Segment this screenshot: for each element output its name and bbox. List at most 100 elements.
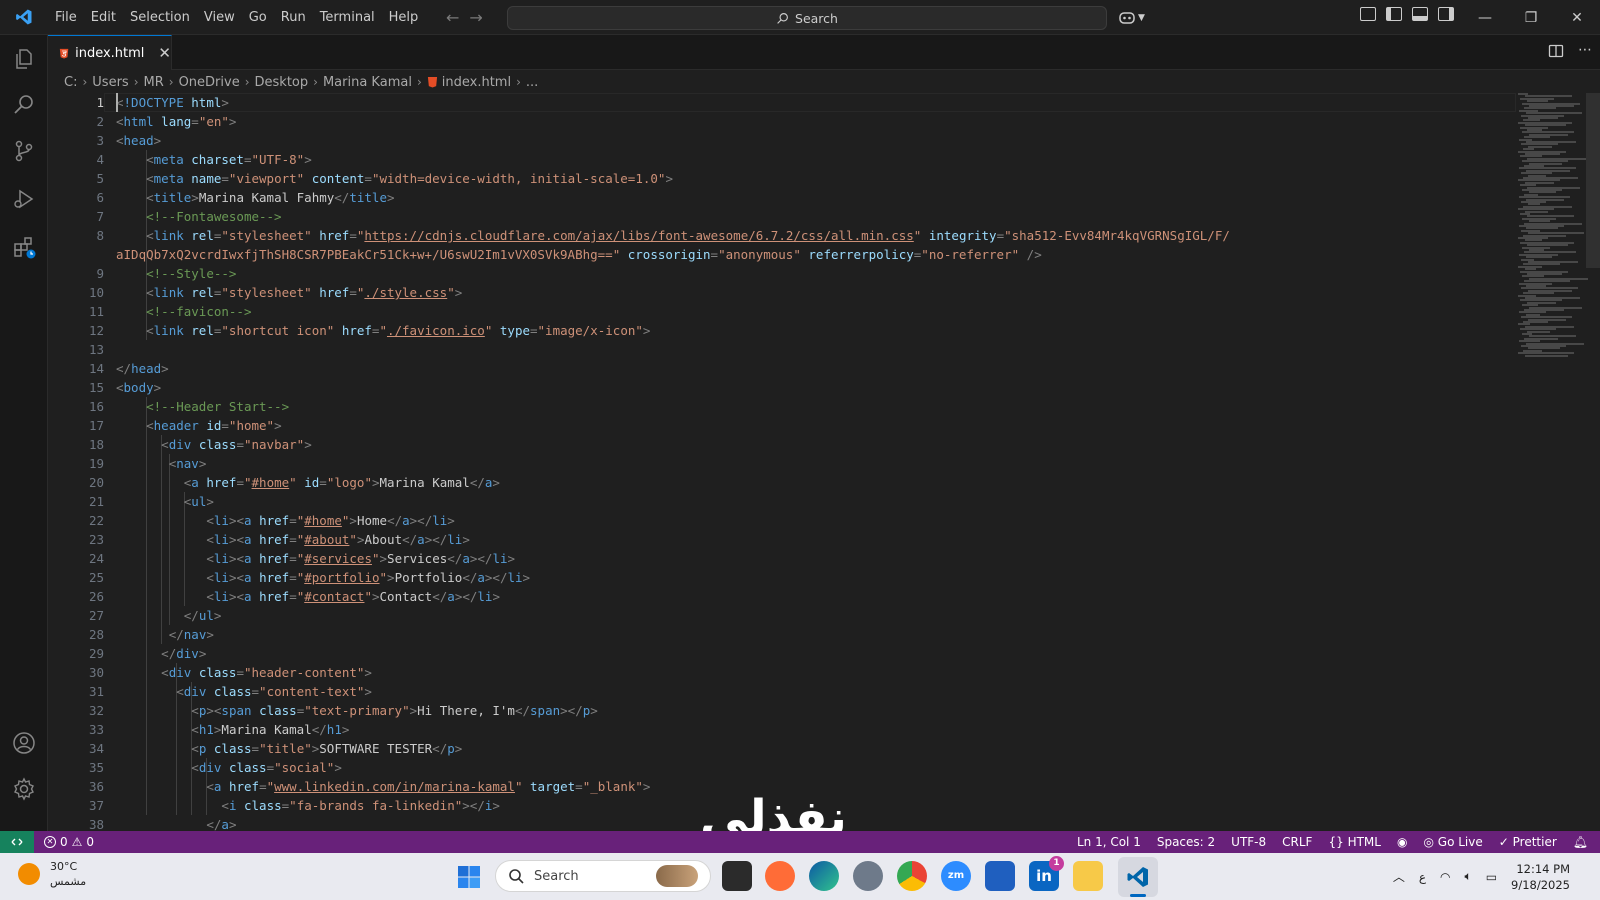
breadcrumb-item[interactable]: OneDrive — [179, 75, 240, 90]
windows-start-icon[interactable] — [457, 865, 481, 889]
show-hidden-icons-chevron-icon[interactable]: ︿ — [1393, 868, 1405, 885]
code-line[interactable]: </ul> — [184, 606, 222, 625]
code-line[interactable]: <li><a href="#services">Services</a></li… — [206, 549, 515, 568]
cursor-position[interactable]: Ln 1, Col 1 — [1077, 835, 1141, 849]
menu-edit[interactable]: Edit — [84, 0, 123, 35]
menu-selection[interactable]: Selection — [123, 0, 197, 35]
input-language[interactable]: ع — [1419, 870, 1426, 884]
vscode-taskbar-button[interactable] — [1118, 857, 1158, 897]
remote-indicator-icon[interactable] — [0, 831, 34, 853]
customize-layout-icon[interactable] — [1360, 7, 1376, 21]
code-editor[interactable]: 1 2 3 4 5 6 7 8 9 10 11 12 13 14 15 16 17 18 19 20 21 22 23 24 2… — [48, 93, 1600, 831]
file-explorer-icon[interactable] — [1073, 861, 1103, 891]
code-line[interactable]: <!--Style--> — [146, 264, 236, 283]
close-icon[interactable]: ✕ — [158, 44, 171, 62]
minimize-icon[interactable]: — — [1462, 0, 1508, 35]
menu-go[interactable]: Go — [242, 0, 274, 35]
taskbar-search[interactable]: Search — [495, 860, 711, 892]
battery-icon[interactable]: ▭ — [1486, 870, 1497, 884]
code-line[interactable]: </nav> — [169, 625, 214, 644]
accounts-icon[interactable] — [12, 731, 36, 755]
volume-icon[interactable]: 🔈︎ — [1464, 869, 1471, 884]
close-window-icon[interactable]: ✕ — [1554, 0, 1600, 35]
code-line[interactable]: aIDqQb7xQ2vcrdIwxfjThSH8CSR7PBEakCr51Ck+… — [116, 245, 1042, 264]
toggle-secondary-sidebar-icon[interactable] — [1438, 7, 1454, 21]
restore-icon[interactable]: ❐ — [1508, 0, 1554, 35]
breadcrumb-item[interactable]: index.html — [442, 75, 511, 90]
weather-widget[interactable]: 30°C مشمس — [18, 859, 86, 889]
menu-file[interactable]: File — [48, 0, 84, 35]
code-line[interactable]: <head> — [116, 131, 161, 150]
menu-run[interactable]: Run — [274, 0, 313, 35]
code-line[interactable]: <li><a href="#about">About</a></li> — [206, 530, 470, 549]
code-line[interactable]: <div class="header-content"> — [161, 663, 372, 682]
gear-icon[interactable] — [12, 777, 36, 801]
tab-index-html[interactable]: index.html ✕ — [48, 35, 172, 70]
task-view-icon[interactable] — [722, 861, 752, 891]
code-line[interactable]: <html lang="en"> — [116, 112, 236, 131]
code-line[interactable]: <meta name="viewport" content="width=dev… — [146, 169, 673, 188]
run-debug-icon[interactable] — [12, 187, 36, 211]
code-line[interactable]: <link rel="shortcut icon" href="./favico… — [146, 321, 650, 340]
language-mode[interactable]: {} HTML — [1328, 835, 1381, 849]
zoom-icon[interactable]: zm — [941, 861, 971, 891]
toggle-primary-sidebar-icon[interactable] — [1386, 7, 1402, 21]
more-actions-icon[interactable]: ⋯ — [1578, 43, 1592, 59]
linkedin-icon[interactable]: in 1 — [1029, 856, 1064, 891]
toggle-panel-icon[interactable] — [1412, 7, 1428, 21]
code-line[interactable]: <!--Fontawesome--> — [146, 207, 281, 226]
breadcrumb-item[interactable]: MR — [144, 75, 164, 90]
breadcrumb-item[interactable]: Desktop — [255, 75, 309, 90]
breadcrumb-item[interactable]: Marina Kamal — [323, 75, 412, 90]
code-line[interactable]: <ul> — [184, 492, 214, 511]
prettier-status[interactable]: ✓ Prettier — [1499, 835, 1557, 849]
breadcrumb-item[interactable]: Users — [92, 75, 128, 90]
code-line[interactable]: <link rel="stylesheet" href="https://cdn… — [146, 226, 1230, 245]
extensions-icon[interactable] — [12, 235, 36, 259]
code-line[interactable]: <li><a href="#home">Home</a></li> — [206, 511, 454, 530]
menu-terminal[interactable]: Terminal — [313, 0, 382, 35]
chrome-icon[interactable] — [897, 861, 927, 891]
breadcrumb-item[interactable]: C: — [64, 75, 77, 90]
code-line[interactable]: <li><a href="#portfolio">Portfolio</a></… — [206, 568, 530, 587]
explorer-icon[interactable] — [12, 47, 36, 71]
notifications-bell-icon[interactable]: 🔔︎ — [1573, 835, 1588, 849]
encoding[interactable]: UTF-8 — [1231, 835, 1266, 849]
minimap[interactable] — [1518, 93, 1588, 357]
code-line[interactable]: <h1>Marina Kamal</h1> — [191, 720, 349, 739]
split-editor-icon[interactable] — [1548, 43, 1564, 59]
copilot-button[interactable]: ▼ — [1118, 7, 1145, 29]
code-line[interactable]: <!--Header Start--> — [146, 397, 289, 416]
vertical-scrollbar[interactable] — [1586, 93, 1600, 268]
code-line[interactable]: <i class="fa-brands fa-linkedin"></i> — [221, 796, 500, 815]
postman-icon[interactable] — [765, 861, 795, 891]
edge-icon[interactable] — [809, 861, 839, 891]
code-line[interactable]: <p><span class="text-primary">Hi There, … — [191, 701, 597, 720]
wifi-icon[interactable]: ◠ — [1440, 870, 1450, 884]
code-line[interactable]: <a href="#home" id="logo">Marina Kamal</… — [184, 473, 500, 492]
clock[interactable]: 12:14 PM 9/18/2025 — [1511, 861, 1570, 893]
search-view-icon[interactable] — [12, 93, 36, 117]
code-line[interactable]: <div class="social"> — [191, 758, 342, 777]
code-line[interactable]: <body> — [116, 378, 161, 397]
microsoft-store-icon[interactable] — [985, 861, 1015, 891]
code-line[interactable]: <nav> — [169, 454, 207, 473]
code-line[interactable]: </a> — [206, 815, 236, 831]
code-line[interactable]: <meta charset="UTF-8"> — [146, 150, 312, 169]
breadcrumb-item[interactable]: ... — [526, 75, 538, 90]
problems-indicator[interactable]: ✕ 0 ⚠ 0 — [34, 835, 94, 849]
forward-arrow-icon[interactable]: → — [469, 8, 482, 27]
settings-app-icon[interactable] — [853, 861, 883, 891]
copilot-status-icon[interactable]: ◉ — [1397, 835, 1407, 849]
go-live-button[interactable]: ◎ Go Live — [1423, 835, 1482, 849]
end-of-line[interactable]: CRLF — [1282, 835, 1312, 849]
code-line[interactable]: <div class="content-text"> — [176, 682, 372, 701]
code-line[interactable]: <li><a href="#contact">Contact</a></li> — [206, 587, 500, 606]
code-line[interactable]: </div> — [161, 644, 206, 663]
code-line[interactable]: <header id="home"> — [146, 416, 282, 435]
code-line[interactable]: <a href="www.linkedin.com/in/marina-kama… — [206, 777, 650, 796]
indentation[interactable]: Spaces: 2 — [1157, 835, 1215, 849]
code-line[interactable]: <div class="navbar"> — [161, 435, 312, 454]
source-control-icon[interactable] — [12, 139, 36, 163]
code-line[interactable]: <p class="title">SOFTWARE TESTER</p> — [191, 739, 462, 758]
